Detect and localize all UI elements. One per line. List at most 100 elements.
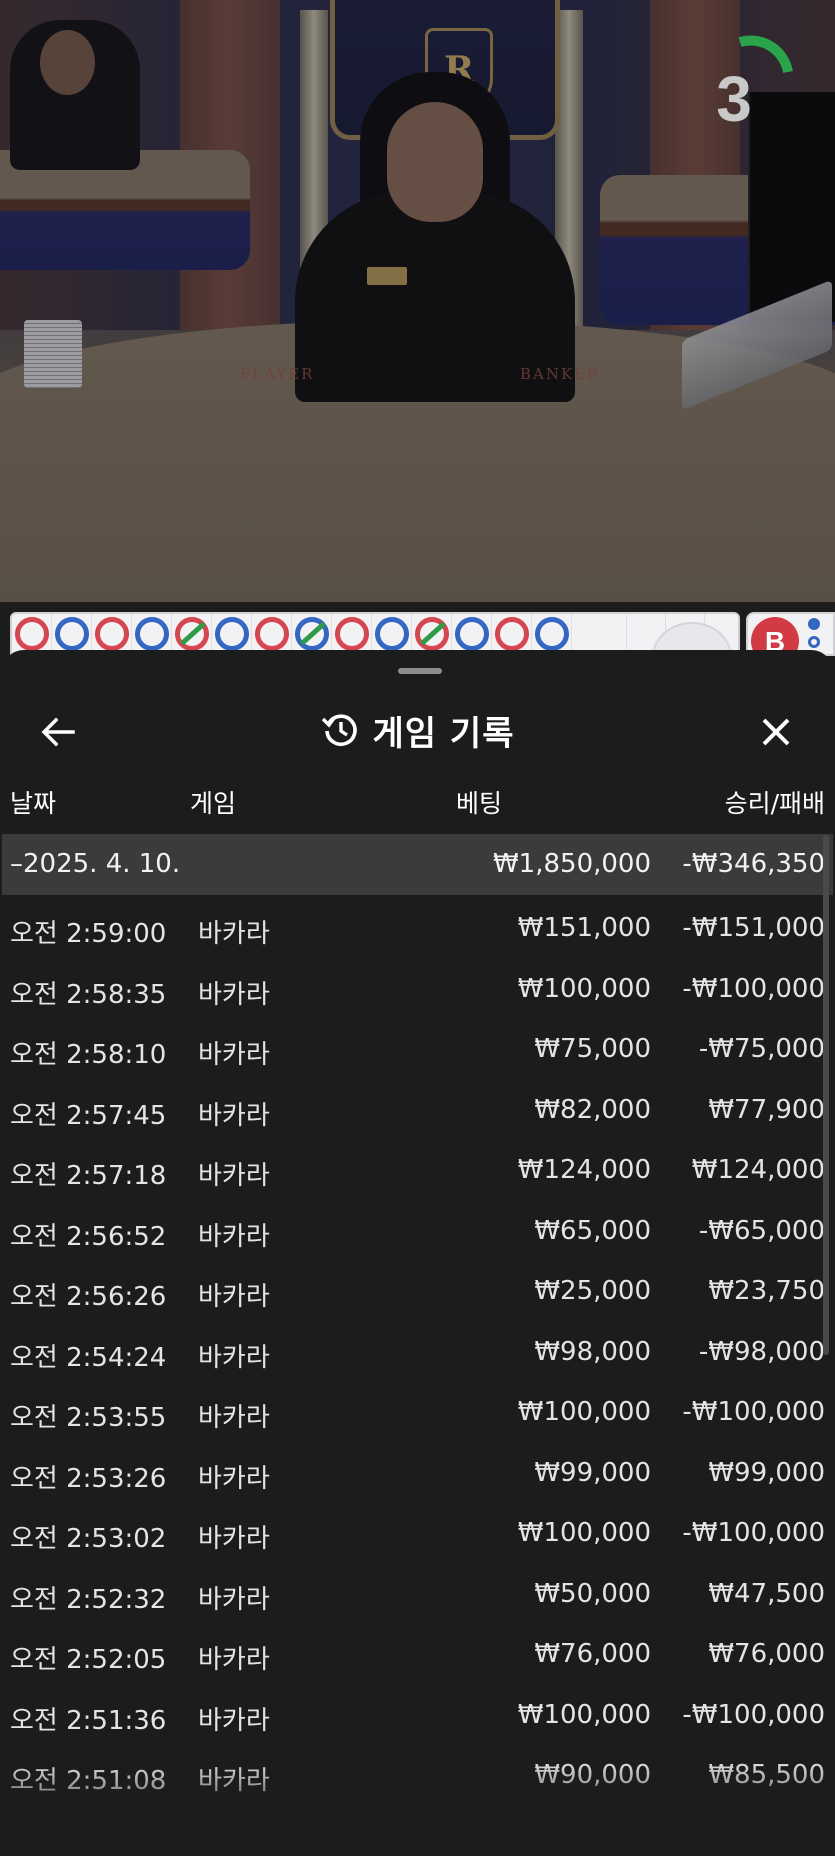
row-bet: ₩100,000: [517, 1518, 651, 1548]
day-group-header[interactable]: –2025. 4. 10. ₩1,850,000 -₩346,350: [2, 835, 833, 895]
history-list: 오전 2:59:00 바카라 ₩151,000 -₩151,000 오전 2:58:35…: [2, 895, 833, 1803]
table-row[interactable]: 오전 2:54:24 바카라 ₩98,000 -₩98,000: [2, 1319, 833, 1380]
row-time: 오전 2:54:24: [10, 1342, 167, 1373]
road-cell: [132, 614, 172, 654]
banker-ring-icon: [254, 617, 289, 651]
player-ring-icon: [214, 617, 249, 651]
history-clock-icon: [321, 714, 357, 747]
row-result: ₩99,000: [708, 1457, 825, 1488]
row-bet: ₩76,000: [534, 1639, 651, 1669]
player-ring-icon: [808, 636, 820, 648]
road-cell: [252, 614, 292, 654]
player-ring-icon: [534, 617, 569, 651]
table-row[interactable]: 오전 2:56:26 바카라 ₩25,000 ₩23,750: [2, 1258, 833, 1319]
road-cell: [52, 614, 92, 654]
road-cell: [372, 614, 412, 654]
scrollbar[interactable]: [823, 835, 829, 1355]
road-cell: [292, 614, 332, 654]
row-game: 바카라: [198, 1342, 270, 1373]
road-cell: [332, 614, 372, 654]
row-time: 오전 2:51:36: [10, 1705, 167, 1736]
table-row[interactable]: 오전 2:58:35 바카라 ₩100,000 -₩100,000: [2, 956, 833, 1017]
day-bet-total: ₩1,850,000: [492, 849, 651, 879]
road-cell: [212, 614, 252, 654]
row-time: 오전 2:53:02: [10, 1524, 167, 1554]
row-bet: ₩99,000: [534, 1457, 651, 1488]
live-video: R PLAYER BANKER 3: [0, 0, 835, 602]
row-game: 바카라: [198, 1221, 270, 1252]
row-game: 바카라: [198, 1645, 270, 1675]
sheet-drag-handle[interactable]: [398, 668, 442, 674]
road-cell: [172, 614, 212, 654]
road-cell: [532, 614, 572, 654]
row-bet: ₩90,000: [534, 1760, 651, 1790]
row-game: 바카라: [198, 1161, 270, 1191]
row-game: 바카라: [198, 979, 270, 1010]
row-bet: ₩124,000: [517, 1155, 651, 1185]
table-row[interactable]: 오전 2:52:05 바카라 ₩76,000 ₩76,000: [2, 1621, 833, 1682]
table-row[interactable]: 오전 2:59:00 바카라 ₩151,000 -₩151,000: [2, 895, 833, 956]
banker-ring-icon: [334, 617, 369, 651]
row-game: 바카라: [198, 1766, 270, 1796]
player-ring-icon: [454, 617, 489, 651]
row-result: ₩76,000: [708, 1639, 825, 1669]
row-bet: ₩100,000: [517, 973, 651, 1004]
row-time: 오전 2:57:18: [10, 1161, 167, 1191]
row-time: 오전 2:51:08: [10, 1766, 167, 1796]
column-win-loss: 승리/패배: [724, 789, 825, 818]
row-time: 오전 2:56:52: [10, 1221, 167, 1252]
table-row[interactable]: 오전 2:51:08 바카라 ₩90,000 ₩85,500: [2, 1742, 833, 1803]
game-history-sheet: 게임 기록 날짜 게임 베팅 승리/패배 –2025. 4. 10. ₩1,85…: [2, 650, 833, 1856]
close-button[interactable]: [748, 704, 804, 760]
road-cell: [12, 614, 52, 654]
row-time: 오전 2:52:32: [10, 1584, 167, 1615]
bet-countdown: 3: [700, 24, 800, 144]
row-bet: ₩100,000: [517, 1699, 651, 1730]
row-bet: ₩50,000: [534, 1578, 651, 1609]
row-game: 바카라: [198, 1403, 270, 1433]
back-button[interactable]: [30, 704, 86, 760]
column-bet: 베팅: [456, 789, 503, 818]
player-ring-icon: [134, 617, 169, 651]
table-row[interactable]: 오전 2:51:36 바카라 ₩100,000 -₩100,000: [2, 1682, 833, 1743]
row-result: -₩100,000: [682, 1699, 825, 1730]
row-result: ₩47,500: [708, 1578, 825, 1609]
table-row[interactable]: 오전 2:58:10 바카라 ₩75,000 -₩75,000: [2, 1016, 833, 1077]
table-row[interactable]: 오전 2:57:45 바카라 ₩82,000 ₩77,900: [2, 1077, 833, 1138]
row-bet: ₩82,000: [534, 1094, 651, 1125]
player-ring-icon: [54, 617, 89, 651]
row-result: ₩77,900: [708, 1094, 825, 1125]
row-time: 오전 2:53:55: [10, 1403, 167, 1433]
row-bet: ₩151,000: [517, 913, 651, 943]
arrow-left-icon: [41, 717, 75, 747]
table-row[interactable]: 오전 2:57:18 바카라 ₩124,000 ₩124,000: [2, 1137, 833, 1198]
table-row[interactable]: 오전 2:53:26 바카라 ₩99,000 ₩99,000: [2, 1440, 833, 1501]
row-result: -₩100,000: [682, 1397, 825, 1427]
row-time: 오전 2:58:35: [10, 979, 167, 1010]
table-row[interactable]: 오전 2:56:52 바카라 ₩65,000 -₩65,000: [2, 1198, 833, 1259]
column-date: 날짜: [10, 789, 57, 818]
row-bet: ₩100,000: [517, 1397, 651, 1427]
road-cell: [452, 614, 492, 654]
row-result: -₩100,000: [682, 973, 825, 1004]
road-cell: [92, 614, 132, 654]
row-game: 바카라: [198, 1040, 270, 1070]
row-game: 바카라: [198, 1463, 270, 1494]
row-bet: ₩25,000: [534, 1276, 651, 1306]
row-result: ₩124,000: [691, 1155, 825, 1185]
row-time: 오전 2:57:45: [10, 1100, 167, 1131]
banker-ring-icon: [94, 617, 129, 651]
row-bet: ₩65,000: [534, 1215, 651, 1246]
row-game: 바카라: [198, 919, 270, 949]
table-row[interactable]: 오전 2:52:32 바카라 ₩50,000 ₩47,500: [2, 1561, 833, 1622]
row-time: 오전 2:52:05: [10, 1645, 167, 1675]
table-row[interactable]: 오전 2:53:02 바카라 ₩100,000 -₩100,000: [2, 1500, 833, 1561]
row-result: -₩151,000: [682, 913, 825, 943]
road-cell: [492, 614, 532, 654]
row-result: -₩75,000: [698, 1034, 825, 1064]
row-result: ₩23,750: [708, 1276, 825, 1306]
row-time: 오전 2:58:10: [10, 1040, 167, 1070]
banker-ring-icon: [14, 617, 49, 651]
row-bet: ₩75,000: [534, 1034, 651, 1064]
table-row[interactable]: 오전 2:53:55 바카라 ₩100,000 -₩100,000: [2, 1379, 833, 1440]
